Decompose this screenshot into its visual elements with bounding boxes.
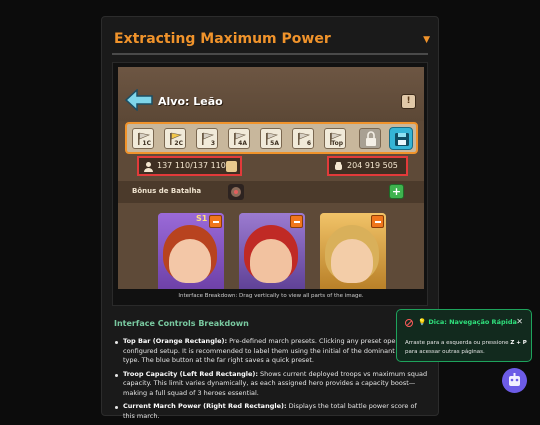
preset-label: 3 bbox=[210, 140, 215, 147]
robot-icon bbox=[509, 373, 520, 386]
preset-top: Top bbox=[324, 128, 346, 149]
toast-title: 💡 Dica: Navegação Rápida bbox=[418, 318, 517, 326]
content-card: Extracting Maximum Power ▼ Alvo: Leão ! … bbox=[101, 16, 439, 420]
toast-body: Arraste para a esquerda ou pressione Z +… bbox=[405, 339, 527, 357]
hero-season-badge: S1 bbox=[196, 214, 208, 223]
save-preset-icon bbox=[389, 127, 413, 150]
preset-label: 1C bbox=[142, 140, 151, 147]
assistant-bot-button[interactable] bbox=[502, 368, 527, 393]
capacity-info-icon bbox=[226, 161, 237, 172]
battle-bonus-row: Bônus de Batalha + bbox=[118, 181, 424, 203]
game-screenshot: Alvo: Leão ! 1C 2C 3 4A 5A 6 Top 137 110… bbox=[118, 67, 424, 289]
preset-4a: 4A bbox=[228, 128, 250, 149]
person-icon bbox=[144, 162, 153, 172]
game-title: Alvo: Leão bbox=[158, 95, 223, 108]
controls-heading: Interface Controls Breakdown bbox=[114, 319, 249, 328]
battle-bonus-label: Bônus de Batalha bbox=[132, 187, 202, 195]
close-icon[interactable]: ✕ bbox=[516, 317, 523, 326]
march-power-value: 204 919 505 bbox=[347, 161, 398, 170]
preset-bar: 1C 2C 3 4A 5A 6 Top bbox=[125, 122, 418, 154]
list-item: Troop Capacity (Left Red Rectangle): Sho… bbox=[114, 370, 428, 399]
toast-key-p: P bbox=[522, 340, 527, 346]
controls-list: Top Bar (Orange Rectangle): Pre-defined … bbox=[114, 337, 428, 425]
back-arrow-icon bbox=[125, 89, 153, 111]
list-item-term: Top Bar (Orange Rectangle): bbox=[123, 337, 228, 345]
hero-card-3 bbox=[320, 213, 386, 289]
march-power: 204 919 505 bbox=[327, 156, 408, 176]
lock-icon bbox=[359, 128, 381, 149]
list-item-term: Current March Power (Right Red Rectangle… bbox=[123, 402, 287, 410]
hero-card-2 bbox=[239, 213, 305, 289]
game-header bbox=[118, 67, 424, 121]
troop-capacity: 137 110/137 110 bbox=[137, 156, 242, 176]
preset-6: 6 bbox=[292, 128, 314, 149]
section-header[interactable]: Extracting Maximum Power ▼ bbox=[112, 29, 430, 55]
toast-body-suffix: para acessar outras páginas. bbox=[405, 349, 485, 355]
remove-hero-icon bbox=[209, 215, 222, 228]
hero-portrait bbox=[331, 239, 373, 283]
hero-portrait bbox=[169, 239, 211, 283]
hero-portrait bbox=[250, 239, 292, 283]
preset-1c: 1C bbox=[132, 128, 154, 149]
figure[interactable]: Alvo: Leão ! 1C 2C 3 4A 5A 6 Top 137 110… bbox=[112, 62, 428, 306]
section-title: Extracting Maximum Power bbox=[114, 31, 331, 47]
figure-caption: Interface Breakdown: Drag vertically to … bbox=[178, 293, 364, 299]
preset-5a: 5A bbox=[260, 128, 282, 149]
toast-body-prefix: Arraste para a esquerda ou pressione bbox=[405, 340, 511, 346]
preset-3: 3 bbox=[196, 128, 218, 149]
tip-toast: 💡 Dica: Navegação Rápida ✕ Arraste para … bbox=[396, 309, 532, 362]
toast-key-plus: + bbox=[514, 340, 523, 346]
list-item-term: Troop Capacity (Left Red Rectangle): bbox=[123, 369, 258, 378]
no-sign-icon bbox=[405, 319, 413, 327]
fist-icon bbox=[335, 162, 342, 170]
preset-2c: 2C bbox=[164, 128, 186, 149]
bonus-icon bbox=[228, 184, 244, 200]
remove-hero-icon bbox=[290, 215, 303, 228]
troop-capacity-value: 137 110/137 110 bbox=[157, 161, 226, 170]
preset-label: 4A bbox=[238, 140, 247, 147]
add-bonus-icon: + bbox=[389, 184, 404, 199]
chevron-down-icon[interactable]: ▼ bbox=[423, 35, 430, 45]
remove-hero-icon bbox=[371, 215, 384, 228]
preset-label: 5A bbox=[270, 140, 279, 147]
list-item: Top Bar (Orange Rectangle): Pre-defined … bbox=[114, 337, 428, 366]
hero-card-1: S1 bbox=[158, 213, 224, 289]
preset-label: 2C bbox=[174, 140, 183, 147]
preset-label: Top bbox=[331, 140, 343, 147]
preset-label: 6 bbox=[306, 140, 311, 147]
help-icon: ! bbox=[401, 94, 416, 109]
